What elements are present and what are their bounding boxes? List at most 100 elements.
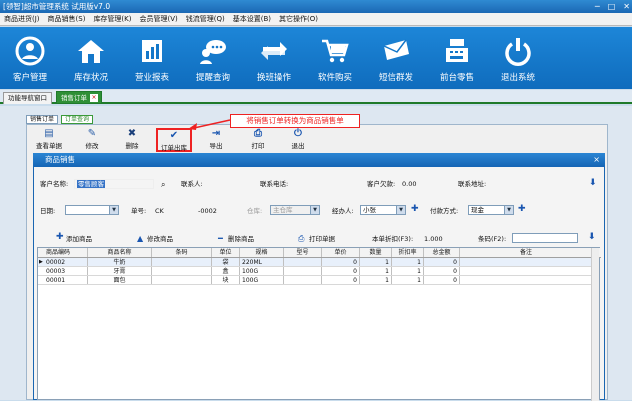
cell-price: 0 — [322, 267, 360, 275]
barcode-input[interactable] — [512, 233, 578, 243]
print-button[interactable]: ⎙ 打印 — [244, 128, 272, 152]
customer-label: 客户名称: — [40, 180, 69, 188]
handler-select[interactable]: 小张 ▼ — [360, 205, 406, 215]
add-handler-icon[interactable]: ✚ — [411, 205, 419, 214]
add-payment-icon[interactable]: ✚ — [518, 205, 526, 214]
main-toolbar: 客户管理 库存状况 营业报表 提醒查询 换班操作 软件购买 短信群发 前台零售 … — [0, 27, 632, 89]
table-row[interactable]: ▶ 00002 牛奶 袋 220ML 0 1 1 0 — [38, 258, 593, 267]
close-icon[interactable]: ✕ — [623, 1, 630, 12]
discount-value[interactable]: 1.000 — [424, 235, 443, 244]
toolbar-sms-button[interactable]: 短信群发 — [366, 27, 426, 89]
payment-select[interactable]: 现金 ▼ — [468, 205, 514, 215]
customer-value: 零售顾客 — [77, 180, 105, 188]
date-field[interactable]: ▼ — [65, 205, 119, 215]
warehouse-select[interactable]: 主仓库 ▼ — [270, 205, 320, 215]
delete-goods-icon[interactable]: ━ — [218, 234, 223, 243]
view-doc-label: 查看单据 — [36, 142, 62, 150]
cell-text: 00002 — [46, 259, 66, 266]
chevron-down-icon[interactable]: ▼ — [504, 206, 513, 214]
expand-down-icon[interactable]: ⬇ — [589, 179, 597, 188]
add-goods-icon[interactable]: ✚ — [56, 233, 64, 242]
menu-item-purchase[interactable]: 商品进货(J) — [4, 13, 40, 25]
sales-dialog-title: 商品销售 × — [33, 153, 605, 167]
col-header[interactable]: 型号 — [284, 248, 322, 257]
cell-model — [284, 276, 322, 284]
tab-sales-order[interactable]: 销售订单 × — [56, 91, 102, 104]
toolbar-report-button[interactable]: 营业报表 — [122, 27, 182, 89]
payment-value: 现金 — [471, 206, 484, 214]
col-header[interactable]: 单位 — [212, 248, 240, 257]
printer-icon[interactable]: ⎙ — [298, 234, 304, 243]
menu-item-settings[interactable]: 基本设置(B) — [233, 13, 271, 25]
order-out-label: 订单出库 — [161, 144, 187, 152]
col-header[interactable]: 数量 — [360, 248, 392, 257]
col-header[interactable]: 商品名称 — [88, 248, 152, 257]
toolbar-reminder-button[interactable]: 提醒查询 — [183, 27, 243, 89]
power-icon: ⏻ — [294, 128, 302, 139]
col-header[interactable]: 备注 — [460, 248, 593, 257]
toolbar-customer-button[interactable]: 客户管理 — [0, 27, 60, 89]
warehouse-value: 主仓库 — [273, 206, 293, 214]
cell-code: ▶ 00002 — [38, 258, 88, 266]
window-title: [领智]超市管理系统 试用版v7.0 — [3, 2, 111, 11]
col-header[interactable]: 总金额 — [424, 248, 460, 257]
customer-field[interactable]: 零售顾客 — [74, 179, 154, 189]
callout-arrow — [188, 119, 231, 130]
subtab-order-query[interactable]: 订单查询 — [61, 115, 94, 124]
expand-down-icon[interactable]: ⬇ — [588, 233, 596, 242]
delete-goods-button[interactable]: 删除商品 — [228, 235, 254, 244]
menu-item-other[interactable]: 其它操作(O) — [279, 13, 318, 25]
view-doc-button[interactable]: ▤ 查看单据 — [30, 128, 68, 152]
maximize-icon[interactable]: □ — [608, 1, 616, 12]
chat-icon — [200, 40, 226, 64]
window-tabbar: 功能导航窗口 销售订单 × — [0, 90, 632, 104]
menu-item-sales[interactable]: 商品销售(S) — [48, 13, 86, 25]
table-scrollbar[interactable] — [591, 248, 599, 401]
toolbar-buy-button[interactable]: 软件购买 — [305, 27, 365, 89]
chevron-down-icon[interactable]: ▼ — [109, 206, 118, 214]
chevron-down-icon[interactable]: ▼ — [396, 206, 405, 214]
edit-button[interactable]: ✎ 修改 — [78, 128, 106, 152]
toolbar-stock-button[interactable]: 库存状况 — [61, 27, 121, 89]
table-row[interactable]: 00001 面包 块 100G 0 1 1 0 — [38, 276, 593, 285]
menu-item-members[interactable]: 会员管理(V) — [140, 13, 178, 25]
order-out-button[interactable]: ✔ 订单出库 — [156, 128, 192, 152]
toolbar-label: 营业报表 — [134, 73, 169, 83]
col-header[interactable]: 商品编码 — [38, 248, 88, 257]
delete-button[interactable]: ✖ 删除 — [118, 128, 146, 152]
col-header[interactable]: 单价 — [322, 248, 360, 257]
minimize-icon[interactable]: ─ — [595, 1, 600, 12]
cell-qty: 1 — [360, 276, 392, 284]
dialog-close-icon[interactable]: × — [593, 153, 600, 167]
chevron-down-icon[interactable]: ▼ — [310, 206, 319, 214]
subtab-order-list[interactable]: 销售订单 — [26, 115, 59, 124]
col-header[interactable]: 条码 — [152, 248, 212, 257]
tab-close-icon[interactable]: × — [90, 94, 98, 102]
toolbar-retail-button[interactable]: 前台零售 — [427, 27, 487, 89]
menu-item-inventory[interactable]: 库存管理(K) — [93, 13, 131, 25]
edit-goods-button[interactable]: 修改商品 — [147, 235, 173, 244]
toolbar-shift-button[interactable]: 换班操作 — [244, 27, 304, 89]
add-goods-button[interactable]: 添加商品 — [66, 235, 92, 244]
menu-item-cashflow[interactable]: 钱流管理(Q) — [186, 13, 225, 25]
delete-icon: ✖ — [127, 128, 137, 139]
cart-icon — [322, 39, 349, 63]
menubar: 商品进货(J) 商品销售(S) 库存管理(K) 会员管理(V) 钱流管理(Q) … — [0, 13, 632, 26]
table-row[interactable]: 00003 牙膏 盒 100G 0 1 1 0 — [38, 267, 593, 276]
export-button[interactable]: ⇥ 导出 — [202, 128, 230, 152]
action-bar: ▤ 查看单据 ✎ 修改 ✖ 删除 ✔ 订单出库 ⇥ 导出 ⎙ 打印 ⏻ 退出 — [30, 128, 330, 152]
edit-goods-icon[interactable]: ▲ — [137, 234, 143, 243]
col-header[interactable]: 规格 — [240, 248, 284, 257]
exit-button[interactable]: ⏻ 退出 — [284, 128, 312, 152]
print-doc-button[interactable]: 打印单据 — [309, 235, 335, 244]
tab-label: 销售订单 — [61, 94, 87, 102]
col-header[interactable]: 折扣率 — [392, 248, 424, 257]
cell-price: 0 — [322, 258, 360, 266]
power-icon — [505, 38, 531, 66]
binoculars-icon[interactable]: ⌕ — [161, 180, 165, 189]
check-icon: ✔ — [169, 130, 179, 141]
cell-barcode — [152, 276, 212, 284]
toolbar-exit-button[interactable]: 退出系统 — [488, 27, 548, 89]
tab-nav-window[interactable]: 功能导航窗口 — [3, 92, 52, 104]
cell-discount: 1 — [392, 267, 424, 275]
